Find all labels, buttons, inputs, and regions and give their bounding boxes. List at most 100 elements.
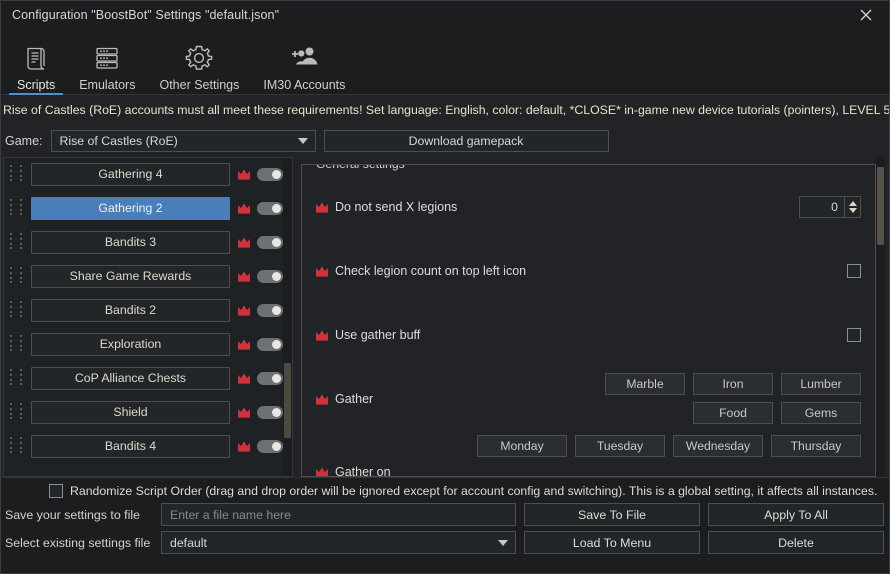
tab-other-settings[interactable]: Other Settings (147, 31, 251, 95)
bottom-bar: Randomize Script Order (drag and drop or… (1, 477, 889, 573)
tab-scripts[interactable]: Scripts (5, 31, 67, 95)
tab-label: IM30 Accounts (263, 78, 346, 92)
script-button[interactable]: Exploration (31, 332, 230, 356)
settings-scrollbar[interactable] (876, 157, 885, 477)
row-label: Use gather buff (335, 328, 421, 342)
scrollbar-thumb[interactable] (284, 363, 291, 438)
randomize-script-order-checkbox[interactable] (49, 484, 63, 498)
settings-rows: Do not send X legions 0 Check legion cou… (302, 165, 875, 476)
tab-label: Emulators (79, 78, 136, 92)
drag-handle-icon[interactable] (10, 165, 25, 183)
script-toggle[interactable] (257, 269, 283, 283)
settings-file-select[interactable]: default (161, 531, 516, 554)
script-button[interactable]: Share Game Rewards (31, 264, 230, 288)
check-legion-count-checkbox[interactable] (847, 264, 861, 278)
drag-handle-icon[interactable] (10, 199, 25, 217)
resource-chip[interactable]: Gems (781, 402, 861, 424)
tab-emulators[interactable]: Emulators (67, 31, 147, 95)
script-toggle[interactable] (257, 235, 283, 249)
drag-handle-icon[interactable] (10, 301, 25, 319)
row-label: Gather (335, 391, 374, 406)
select-settings-row: Select existing settings file default Lo… (5, 531, 885, 554)
chevron-down-icon (297, 138, 308, 144)
select-settings-label: Select existing settings file (5, 535, 151, 550)
drag-handle-icon[interactable] (10, 267, 25, 285)
script-list-scrollbar[interactable] (283, 158, 292, 476)
drag-handle-icon[interactable] (10, 335, 25, 353)
script-list-panel: Gathering 4 Gathering 2 Bandits 3 Share Gam… (3, 157, 293, 477)
script-button[interactable]: Shield (31, 400, 230, 424)
script-toggle[interactable] (257, 303, 283, 317)
crown-icon (236, 168, 251, 180)
crown-icon (315, 329, 335, 341)
drag-handle-icon[interactable] (10, 437, 25, 455)
script-button[interactable]: Bandits 2 (31, 298, 230, 322)
server-rack-icon (92, 41, 122, 75)
save-settings-label: Save your settings to file (5, 507, 140, 522)
crown-icon (236, 304, 251, 316)
script-list-item: CoP Alliance Chests (4, 366, 283, 390)
script-toggle[interactable] (257, 405, 283, 419)
crown-icon (236, 406, 251, 418)
requirements-notice: Rise of Castles (RoE) accounts must all … (3, 103, 889, 117)
day-chip[interactable]: Thursday (771, 435, 861, 457)
resource-chip[interactable]: Iron (693, 373, 773, 395)
game-select[interactable]: Rise of Castles (RoE) (50, 130, 316, 152)
randomize-label: Randomize Script Order (drag and drop or… (70, 484, 878, 498)
resource-row-1: Marble Iron Lumber (605, 373, 861, 395)
filename-input[interactable] (161, 503, 516, 526)
drag-handle-icon[interactable] (10, 369, 25, 387)
day-chip-row: Monday Tuesday Wednesday Thursday (477, 435, 861, 457)
resource-chip[interactable]: Lumber (781, 373, 861, 395)
crown-icon (236, 372, 251, 384)
stepper-arrows[interactable] (844, 197, 860, 217)
game-select-value: Rise of Castles (RoE) (59, 134, 178, 148)
script-button[interactable]: Gathering 2 (31, 196, 230, 220)
delete-button[interactable]: Delete (708, 531, 884, 554)
game-label: Game: (5, 134, 43, 148)
script-toggle[interactable] (257, 201, 283, 215)
apply-to-all-button[interactable]: Apply To All (708, 503, 884, 526)
script-list-item: Gathering 4 (4, 162, 283, 186)
crown-icon (236, 270, 251, 282)
game-selection-row: Game: Rise of Castles (RoE) Download gam… (1, 125, 889, 157)
drag-handle-icon[interactable] (10, 403, 25, 421)
download-gamepack-button[interactable]: Download gamepack (323, 130, 609, 152)
crown-icon (236, 202, 251, 214)
load-to-menu-button[interactable]: Load To Menu (524, 531, 700, 554)
application-window: Configuration "BoostBot" Settings "defau… (0, 0, 890, 574)
script-list-item: Share Game Rewards (4, 264, 283, 288)
script-button[interactable]: Gathering 4 (31, 162, 230, 186)
script-list-item: Shield (4, 400, 283, 424)
use-gather-buff-checkbox[interactable] (847, 328, 861, 342)
scrollbar-thumb[interactable] (877, 167, 884, 245)
save-settings-row: Save your settings to file Save To File … (5, 503, 885, 526)
script-toggle[interactable] (257, 167, 283, 181)
resource-chip[interactable]: Food (693, 402, 773, 424)
tab-im30-accounts[interactable]: IM30 Accounts (251, 31, 357, 95)
script-button[interactable]: CoP Alliance Chests (31, 366, 230, 390)
window-title: Configuration "BoostBot" Settings "defau… (12, 8, 280, 22)
script-button[interactable]: Bandits 3 (31, 230, 230, 254)
row-gather-on: Monday Tuesday Wednesday Thursday (315, 434, 861, 458)
resource-chip[interactable]: Marble (605, 373, 685, 395)
script-toggle[interactable] (257, 371, 283, 385)
script-button[interactable]: Bandits 4 (31, 434, 230, 458)
day-chip[interactable]: Monday (477, 435, 567, 457)
row-gather: Gather Marble Iron Lumber Food Gems (315, 373, 861, 424)
script-list-item: Bandits 2 (4, 298, 283, 322)
close-icon[interactable] (843, 1, 889, 29)
add-people-icon (288, 41, 320, 75)
day-chip[interactable]: Wednesday (673, 435, 763, 457)
save-to-file-button[interactable]: Save To File (524, 503, 700, 526)
crown-icon (236, 236, 251, 248)
row-label: Check legion count on top left icon (335, 264, 527, 278)
day-chip[interactable]: Tuesday (575, 435, 665, 457)
legions-stepper[interactable]: 0 (799, 196, 861, 218)
row-use-gather-buff: Use gather buff (315, 323, 861, 347)
resource-row-2: Food Gems (693, 402, 861, 424)
row-do-not-send-legions: Do not send X legions 0 (315, 195, 861, 219)
script-toggle[interactable] (257, 439, 283, 453)
drag-handle-icon[interactable] (10, 233, 25, 251)
script-toggle[interactable] (257, 337, 283, 351)
